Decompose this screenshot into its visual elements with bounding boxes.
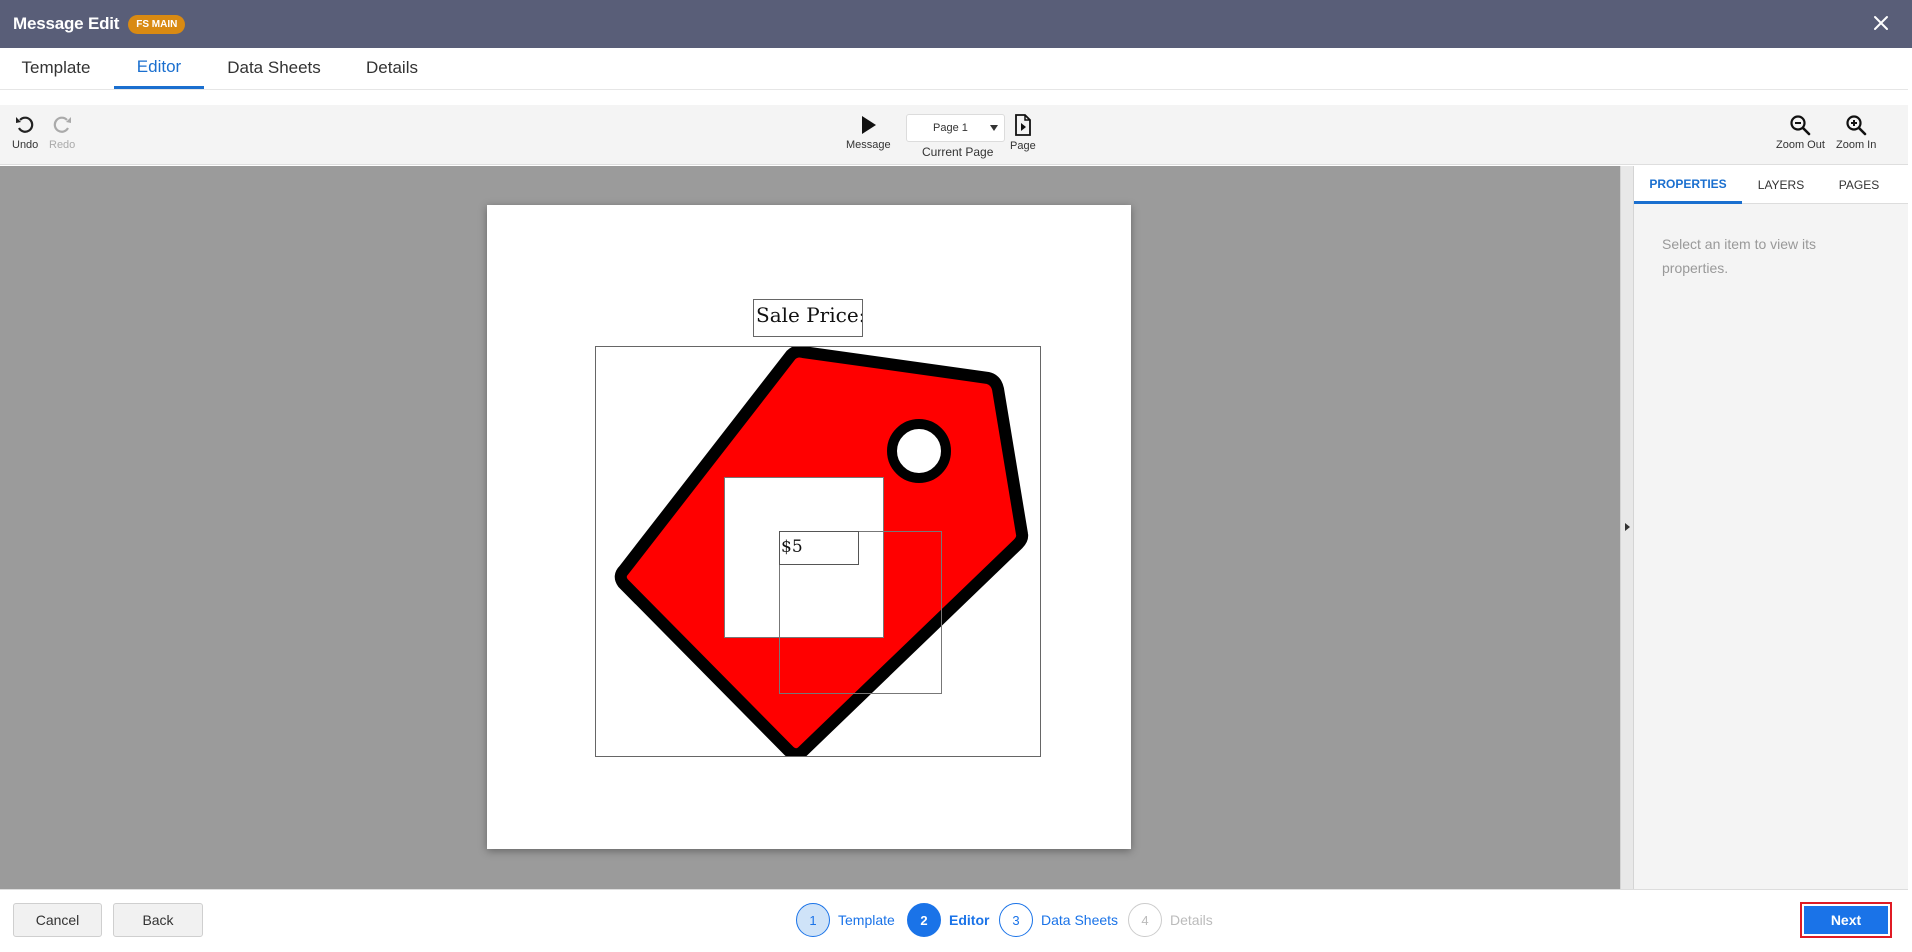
redo-icon (53, 116, 72, 133)
step-label: Data Sheets (1041, 912, 1119, 928)
editor-toolbar: Undo Redo Message Page 1 Current Page Pa… (0, 105, 1908, 165)
tab-layers[interactable]: LAYERS (1742, 166, 1820, 204)
step-editor[interactable]: 2 Editor (907, 903, 989, 937)
zoom-in-button[interactable]: Zoom In (1836, 114, 1876, 151)
undo-button[interactable]: Undo (12, 114, 38, 151)
current-page-value: Page 1 (933, 122, 968, 134)
undo-label: Undo (12, 139, 39, 151)
current-page-label: Current Page (922, 145, 994, 159)
redo-label: Redo (49, 139, 76, 151)
sale-price-text-element[interactable]: Sale Price: (753, 299, 863, 337)
zoom-out-button[interactable]: Zoom Out (1776, 114, 1825, 151)
page-label: Page (1010, 140, 1036, 152)
back-button[interactable]: Back (113, 903, 203, 937)
step-template[interactable]: 1 Template (796, 903, 895, 937)
page-play-icon (1014, 114, 1031, 136)
properties-panel: PROPERTIES LAYERS PAGES Select an item t… (1634, 166, 1908, 889)
tab-template[interactable]: Template (0, 48, 112, 88)
play-message-button[interactable]: Message (846, 114, 891, 151)
editor-canvas[interactable]: Sale Price: $5 (0, 166, 1620, 889)
tab-properties[interactable]: PROPERTIES (1634, 166, 1742, 204)
step-data-sheets[interactable]: 3 Data Sheets (999, 903, 1118, 937)
step-number: 4 (1128, 903, 1162, 937)
wizard-footer: Cancel Back 1 Template 2 Editor 3 Data S… (0, 889, 1908, 952)
collapse-arrow-icon[interactable] (1625, 523, 1630, 531)
step-number: 3 (999, 903, 1033, 937)
price-text-element[interactable]: $5 (779, 531, 859, 565)
next-button[interactable]: Next (1800, 902, 1892, 938)
play-icon (862, 116, 877, 134)
tab-details[interactable]: Details (352, 48, 432, 88)
next-button-label: Next (1804, 906, 1888, 934)
window-title: Message Edit (13, 14, 120, 33)
empty-properties-message: Select an item to view its properties. (1662, 236, 1817, 276)
step-number: 2 (907, 903, 941, 937)
chevron-down-icon (990, 125, 998, 131)
step-number: 1 (796, 903, 830, 937)
tab-editor[interactable]: Editor (114, 48, 204, 89)
tab-pages[interactable]: PAGES (1820, 166, 1898, 204)
message-page[interactable]: Sale Price: $5 (487, 205, 1131, 849)
step-details[interactable]: 4 Details (1128, 903, 1213, 937)
environment-badge: FS MAIN (128, 14, 186, 34)
message-label: Message (846, 139, 891, 151)
panel-splitter[interactable] (1620, 166, 1634, 889)
tab-data-sheets[interactable]: Data Sheets (214, 48, 334, 88)
panel-tabs: PROPERTIES LAYERS PAGES (1634, 166, 1908, 204)
step-label: Template (838, 912, 895, 928)
cancel-button[interactable]: Cancel (13, 903, 102, 937)
zoom-out-label: Zoom Out (1776, 139, 1825, 151)
page-button[interactable]: Page (1010, 113, 1036, 152)
undo-icon (16, 116, 34, 133)
zoom-in-icon (1846, 115, 1867, 136)
close-icon (1874, 16, 1888, 30)
close-button[interactable] (1868, 10, 1894, 36)
zoom-out-icon (1790, 115, 1811, 136)
title-bar: Message Edit FS MAIN (0, 0, 1912, 48)
step-label: Editor (949, 912, 990, 928)
step-label: Details (1170, 912, 1213, 928)
redo-button[interactable]: Redo (49, 114, 75, 151)
main-tabs: Template Editor Data Sheets Details (0, 48, 1908, 90)
current-page-select[interactable]: Page 1 (906, 114, 1005, 142)
zoom-in-label: Zoom In (1836, 139, 1877, 151)
